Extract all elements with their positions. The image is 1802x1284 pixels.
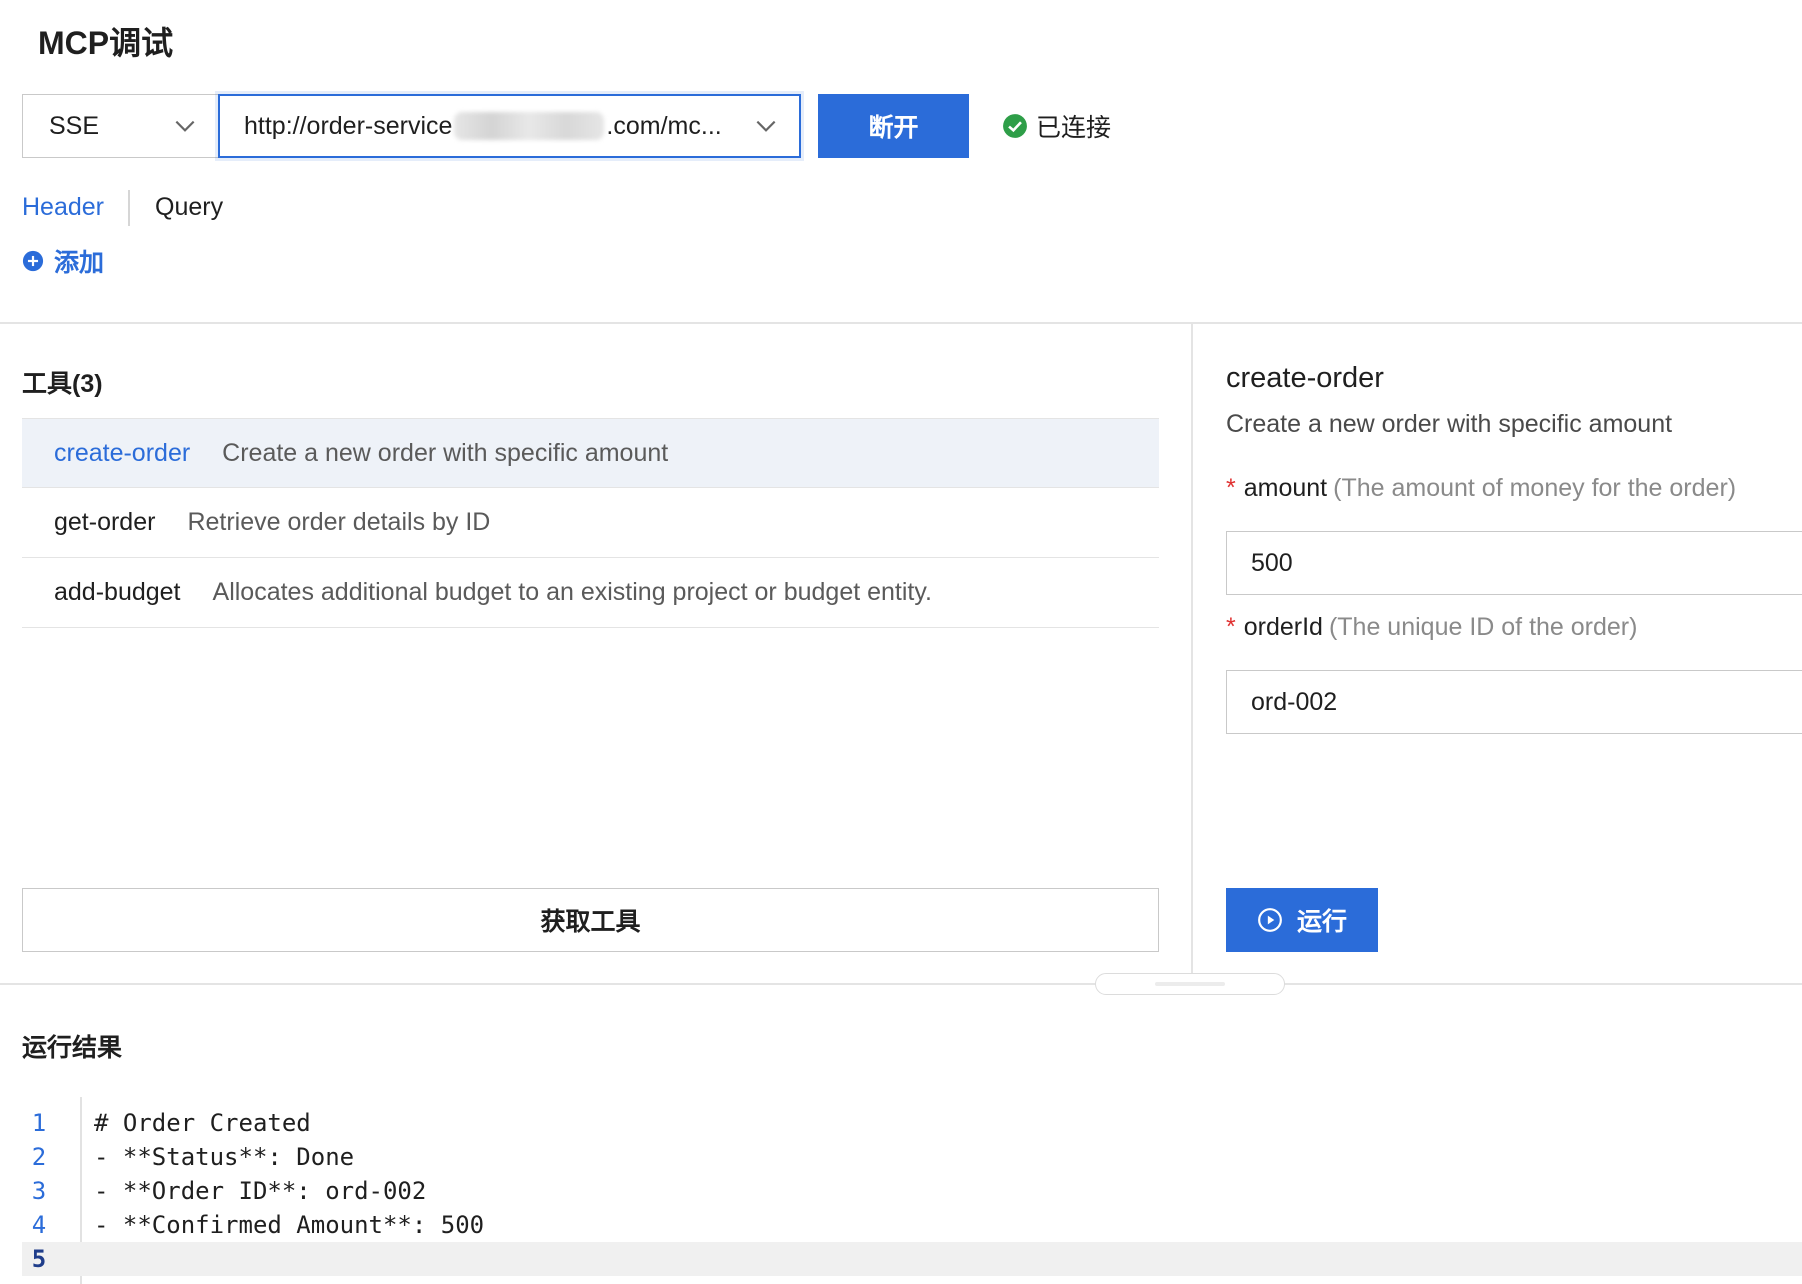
server-url-select[interactable]: http://order-service .com/mc... xyxy=(218,94,801,158)
panel-divider xyxy=(1191,324,1193,984)
tool-row-create-order[interactable]: create-order Create a new order with spe… xyxy=(22,418,1159,488)
divider xyxy=(0,322,1802,324)
divider xyxy=(0,983,1802,985)
orderid-label: * orderId (The unique ID of the order) xyxy=(1226,613,1637,642)
url-prefix: http://order-service xyxy=(244,111,453,140)
field-name: orderId xyxy=(1243,613,1323,641)
tools-title: 工具(3) xyxy=(22,370,103,398)
url-suffix: .com/mc... xyxy=(606,111,722,140)
code-line: 1 # Order Created xyxy=(22,1106,1802,1140)
field-hint: (The amount of money for the order) xyxy=(1333,474,1737,502)
tool-name: create-order xyxy=(54,438,191,467)
required-marker: * xyxy=(1226,613,1236,641)
run-label: 运行 xyxy=(1296,908,1347,936)
line-number: 5 xyxy=(31,1245,47,1273)
line-text: # Order Created xyxy=(94,1109,311,1137)
amount-input[interactable] xyxy=(1226,531,1802,595)
result-code-editor[interactable]: 1 # Order Created 2 - **Status**: Done 3… xyxy=(22,1106,1802,1276)
tool-row-add-budget[interactable]: add-budget Allocates additional budget t… xyxy=(22,558,1159,628)
add-param-button[interactable]: 添加 xyxy=(22,243,104,279)
tool-row-get-order[interactable]: get-order Retrieve order details by ID xyxy=(22,488,1159,558)
code-line: 4 - **Confirmed Amount**: 500 xyxy=(22,1208,1802,1242)
tab-divider xyxy=(128,190,130,226)
code-line: 2 - **Status**: Done xyxy=(22,1140,1802,1174)
tab-header[interactable]: Header xyxy=(22,193,104,222)
disconnect-button[interactable]: 断开 xyxy=(818,94,969,158)
required-marker: * xyxy=(1226,474,1236,502)
transport-select[interactable]: SSE xyxy=(22,94,218,158)
code-line: 3 - **Order ID**: ord-002 xyxy=(22,1174,1802,1208)
tool-name: add-budget xyxy=(54,578,181,606)
tool-description: Allocates additional budget to an existi… xyxy=(212,578,932,606)
tool-name: get-order xyxy=(54,508,156,536)
tool-description: Create a new order with specific amount xyxy=(222,438,669,467)
transport-value: SSE xyxy=(49,111,100,140)
code-line-active: 5 xyxy=(22,1242,1802,1276)
page-title: MCP调试 xyxy=(38,25,174,61)
amount-label: * amount (The amount of money for the orde… xyxy=(1226,474,1736,503)
chevron-down-icon xyxy=(756,120,776,132)
connection-status: 已连接 xyxy=(1002,108,1111,144)
chevron-down-icon xyxy=(175,120,195,132)
play-circle-icon xyxy=(1258,908,1282,932)
run-button[interactable]: 运行 xyxy=(1226,888,1378,952)
check-circle-icon xyxy=(1003,114,1027,138)
line-number: 4 xyxy=(31,1211,47,1239)
field-name: amount xyxy=(1243,474,1328,502)
line-text: - **Status**: Done xyxy=(94,1143,355,1171)
fetch-tools-button[interactable]: 获取工具 xyxy=(22,888,1159,952)
line-number: 3 xyxy=(31,1177,47,1205)
line-text: - **Confirmed Amount**: 500 xyxy=(94,1211,485,1239)
tool-list: create-order Create a new order with spe… xyxy=(22,418,1159,628)
line-number: 2 xyxy=(31,1143,47,1171)
field-hint: (The unique ID of the order) xyxy=(1328,613,1638,641)
tab-query[interactable]: Query xyxy=(155,193,223,222)
status-label: 已连接 xyxy=(1036,114,1112,142)
mcp-debug-page: MCP调试 SSE http://order-service .com/mc..… xyxy=(0,0,1802,1284)
redacted-url-segment xyxy=(454,112,605,140)
plus-circle-icon xyxy=(22,250,44,272)
add-label: 添加 xyxy=(54,249,105,277)
orderid-input[interactable] xyxy=(1226,670,1802,734)
tool-detail-title: create-order xyxy=(1226,362,1384,394)
resize-grip xyxy=(1155,982,1225,986)
line-number: 1 xyxy=(31,1109,47,1137)
line-text: - **Order ID**: ord-002 xyxy=(94,1177,427,1205)
result-title: 运行结果 xyxy=(22,1034,123,1062)
tool-description: Retrieve order details by ID xyxy=(187,508,491,536)
tool-detail-description: Create a new order with specific amount xyxy=(1226,410,1673,438)
